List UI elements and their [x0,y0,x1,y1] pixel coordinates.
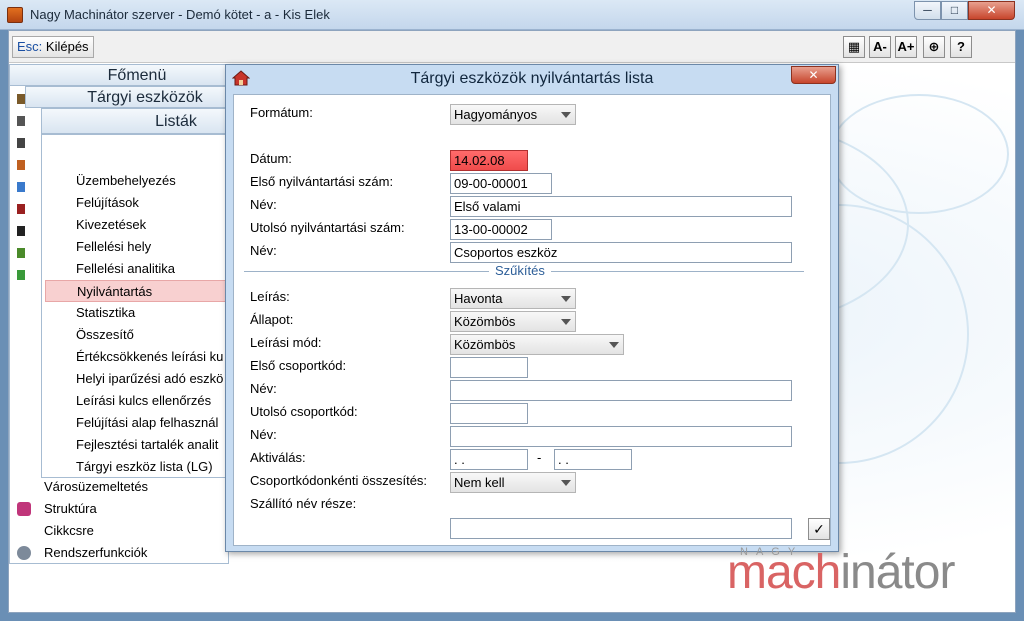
list-item[interactable]: Felújítások [41,192,231,214]
last-group-label: Utolsó csoportkód: [250,404,358,419]
method-value: Közömbös [454,337,516,352]
stack-icon [17,270,25,280]
list-item[interactable]: Kivezetések [41,214,231,236]
title-bar: Nagy Machinátor szerver - Demó kötet - a… [0,0,1024,30]
activation-label: Aktiválás: [250,450,306,465]
app-icon [7,7,23,23]
box-icon [17,160,25,170]
menu-icon-column [17,94,27,454]
logo-part1: mach [727,546,841,599]
filter-section-title: Szűkítés [489,263,551,278]
state-label: Állapot: [250,312,294,327]
first-number-label: Első nyilvántartási szám: [250,174,394,189]
description-label: Leírás: [250,289,290,304]
menu-item-items[interactable]: Cikkcsre [9,520,229,542]
last-number-label: Utolsó nyilvántartási szám: [250,220,405,235]
supplier-label: Szállító név része: [250,496,357,511]
name2-field[interactable]: Csoportos eszköz [450,242,792,263]
confirm-button[interactable]: ✓ [808,518,830,540]
format-value: Hagyományos [454,107,538,122]
last-group-field[interactable] [450,403,528,424]
chevron-down-icon [561,296,571,302]
list-item-selected[interactable]: Nyilvántartás [45,280,231,302]
tool-icon [17,116,25,126]
menu-item-structure[interactable]: Struktúra [9,498,229,520]
chevron-down-icon [609,342,619,348]
method-select[interactable]: Közömbös [450,334,624,355]
book-icon [17,94,25,104]
list-item[interactable]: Üzembehelyezés [41,170,231,192]
activation-to-field[interactable]: . . [554,449,632,470]
list-item[interactable]: Fellelési hely [41,236,231,258]
toolbar: Esc: Kilépés ▦ A- A+ ⊕ ? [9,31,1015,63]
description-value: Havonta [454,291,503,306]
list-item[interactable]: Leírási kulcs ellenőrzés [41,390,231,412]
list-item[interactable]: Helyi iparűzési adó eszkö [41,368,231,390]
state-value: Közömbös [454,314,516,329]
grid-icon[interactable]: ▦ [843,36,865,58]
list-item[interactable]: Fellelési analitika [41,258,231,280]
maximize-button[interactable]: □ [941,1,968,20]
file-icon [17,226,25,236]
name3-field[interactable] [450,380,792,401]
chevron-down-icon [561,112,571,118]
group-sum-value: Nem kell [454,475,505,490]
gears-icon [17,546,31,560]
name1-field[interactable]: Első valami [450,196,792,217]
description-select[interactable]: Havonta [450,288,576,309]
list-item[interactable]: Összesítő [41,324,231,346]
font-decrease-icon[interactable]: A- [869,36,891,58]
background-swirl [829,94,1009,214]
chevron-down-icon [561,480,571,486]
window-title: Nagy Machinátor szerver - Demó kötet - a… [30,7,330,22]
asset-register-dialog: Tárgyi eszközök nyilvántartás lista ✕ Fo… [225,64,839,552]
name3-label: Név: [250,381,277,396]
last-number-field[interactable]: 13-00-00002 [450,219,552,240]
group-sum-select[interactable]: Nem kell [450,472,576,493]
name4-label: Név: [250,427,277,442]
group-sum-label: Csoportkódonkénti összesítés: [250,473,428,488]
machinator-logo: machinátor [727,546,955,599]
logo-part2: inátor [840,546,955,599]
list-item[interactable]: Statisztika [41,302,231,324]
chevron-down-icon [561,319,571,325]
menu-item-system[interactable]: Rendszerfunkciók [9,542,229,564]
name4-field[interactable] [450,426,792,447]
first-group-field[interactable] [450,357,528,378]
list-item[interactable]: Felújítási alap felhasznál [41,412,231,434]
folder-icon [17,138,25,148]
chart-icon [17,248,25,258]
dialog-body: Formátum: Hagyományos Dátum: 14.02.08 El… [233,94,831,546]
help-icon[interactable]: ? [950,36,972,58]
exit-button[interactable]: Esc: Kilépés [12,36,94,58]
name2-label: Név: [250,243,277,258]
esc-key-label: Esc: [17,39,43,54]
method-label: Leírási mód: [250,335,322,350]
minimize-button[interactable]: ─ [914,1,941,20]
activation-dash: - [537,450,542,465]
close-button[interactable]: ✕ [968,1,1015,20]
dialog-close-button[interactable]: ✕ [791,66,836,84]
menu-item-city[interactable]: Városüzemeltetés [9,476,229,498]
supplier-field[interactable] [450,518,792,539]
state-select[interactable]: Közömbös [450,311,576,332]
list-item[interactable]: Fejlesztési tartalék analit [41,434,231,456]
first-group-label: Első csoportkód: [250,358,347,373]
format-select[interactable]: Hagyományos [450,104,576,125]
font-increase-icon[interactable]: A+ [895,36,917,58]
navigate-icon[interactable]: ⊕ [923,36,945,58]
tag-icon [17,204,25,214]
name1-label: Név: [250,197,277,212]
cube-icon [17,502,31,516]
first-number-field[interactable]: 09-00-00001 [450,173,552,194]
exit-label: Kilépés [45,39,89,54]
date-label: Dátum: [250,151,292,166]
activation-from-field[interactable]: . . [450,449,528,470]
format-label: Formátum: [250,105,313,120]
dialog-title: Tárgyi eszközök nyilvántartás lista [410,70,654,87]
list-item[interactable]: Tárgyi eszköz lista (LG) [41,456,231,478]
list-item[interactable]: Értékcsökkenés leírási ku [41,346,231,368]
date-field[interactable]: 14.02.08 [450,150,528,171]
globe-icon [17,182,25,192]
